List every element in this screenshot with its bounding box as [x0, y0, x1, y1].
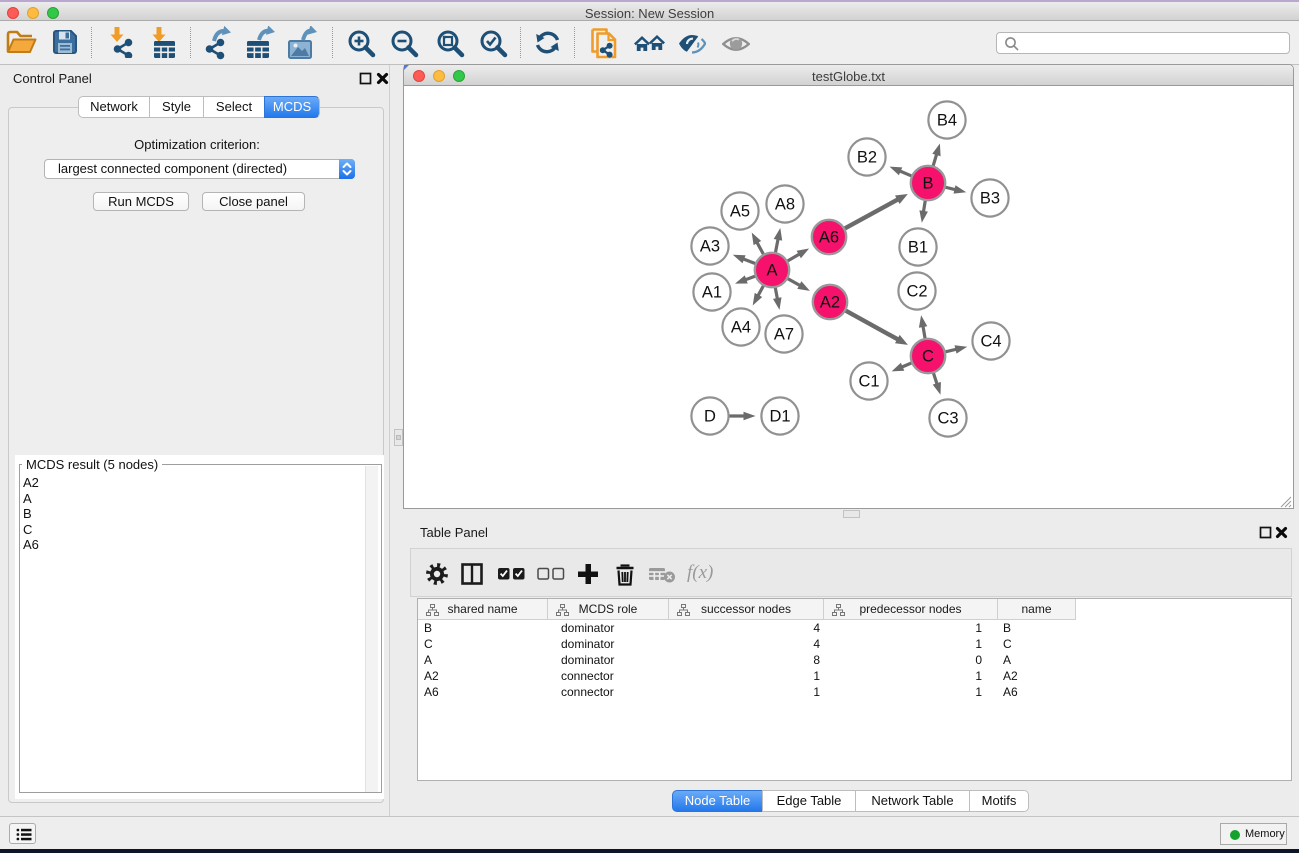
svg-text:A7: A7 [774, 326, 794, 344]
svg-text:B2: B2 [857, 149, 877, 167]
svg-text:B1: B1 [908, 239, 928, 257]
svg-text:C3: C3 [937, 410, 958, 428]
svg-text:C: C [922, 348, 934, 366]
svg-text:B: B [922, 175, 933, 193]
svg-text:B3: B3 [980, 190, 1000, 208]
svg-text:A5: A5 [730, 203, 750, 221]
svg-text:A: A [766, 262, 777, 280]
svg-text:A2: A2 [820, 294, 840, 312]
svg-text:A8: A8 [775, 196, 795, 214]
svg-text:C1: C1 [858, 373, 879, 391]
svg-text:A4: A4 [731, 319, 751, 337]
svg-text:C4: C4 [980, 333, 1001, 351]
svg-text:D1: D1 [769, 408, 790, 426]
svg-text:A6: A6 [819, 229, 839, 247]
svg-text:A3: A3 [700, 238, 720, 256]
svg-text:A1: A1 [702, 284, 722, 302]
svg-text:C2: C2 [906, 283, 927, 301]
svg-text:D: D [704, 408, 716, 426]
svg-text:B4: B4 [937, 112, 957, 130]
